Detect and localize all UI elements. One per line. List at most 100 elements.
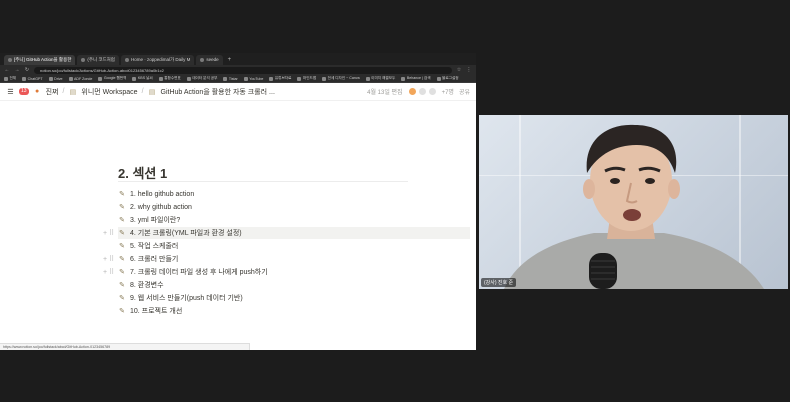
avatars-extra-count[interactable]: +7명 — [442, 87, 454, 96]
bookmark-item[interactable]: 마인드맵 — [297, 76, 316, 81]
browser-toolbar: ← → ↻ notion.so/joo/fullstack/Actions/Gi… — [0, 65, 476, 75]
browser-tab[interactable]: (주니 코드처럼 — [77, 55, 119, 65]
block-drag-handle-icon[interactable]: + ⠿ — [103, 255, 114, 263]
bookmark-item[interactable]: 전체 — [4, 76, 16, 81]
bookmark-favicon-icon — [401, 76, 406, 81]
browser-tab-bar: [주니] GitHub Action을 활용한 (주니 코드처럼 Home · … — [0, 53, 476, 65]
bookmark-item[interactable]: 이미지 해결모두 — [365, 76, 395, 81]
page-link-item[interactable]: ✎ 8. 환경변수 — [118, 279, 163, 291]
tab-favicon-icon — [81, 58, 86, 62]
browser-tab[interactable]: seede — [196, 55, 223, 65]
bookmark-favicon-icon — [223, 76, 228, 81]
topbar-actions: 4월 13일 편집 +7명 공유 — [367, 87, 470, 96]
page-link-item[interactable]: ✎ 6. 크롤러 만들기 — [118, 253, 178, 265]
bookmark-item[interactable]: KBS 날씨 — [132, 76, 153, 81]
forward-icon[interactable]: → — [14, 67, 20, 73]
bookmark-favicon-icon — [436, 76, 441, 81]
bookmark-favicon-icon — [243, 76, 248, 81]
bookmark-favicon-icon — [4, 76, 8, 81]
page-link-item[interactable]: ✎ 3. yml 파일이란? — [118, 214, 180, 226]
page-icon: ✎ — [119, 204, 125, 211]
page-icon: ✎ — [119, 243, 125, 250]
page-link-item[interactable]: ✎ 9. 웹 서비스 만들기(push 데이터 기반) — [118, 292, 243, 304]
avatar[interactable] — [407, 87, 417, 96]
browser-tab[interactable]: Home · zoppedimal가 Daily M — [120, 55, 195, 65]
bookmark-favicon-icon — [132, 76, 137, 81]
bookmark-item[interactable]: 전세 디자인 ~ Canva — [322, 76, 360, 81]
shared-screen: [주니] GitHub Action을 활용한 (주니 코드처럼 Home · … — [0, 53, 476, 350]
heading-divider — [118, 181, 408, 182]
bookmark-item[interactable]: Behance | 검색 — [401, 76, 431, 81]
bookmark-item[interactable]: 통합수면표 — [158, 76, 181, 81]
bookmark-item[interactable]: 유튜브자료 — [269, 76, 291, 81]
workspace-icon: ● — [34, 88, 40, 95]
reload-icon[interactable]: ↻ — [24, 67, 30, 73]
bookmark-favicon-icon — [48, 76, 53, 81]
bookmark-item[interactable]: Drive — [48, 76, 63, 81]
page-icon: ▤ — [69, 88, 77, 96]
bookmark-item[interactable]: ChatGPT — [22, 76, 43, 81]
presenter-video — [504, 124, 764, 289]
page-icon: ✎ — [119, 295, 125, 302]
bookmark-favicon-icon — [68, 76, 73, 81]
page-icon: ✎ — [119, 191, 125, 198]
block-drag-handle-icon[interactable]: + ⠿ — [103, 229, 114, 237]
edited-timestamp: 4월 13일 편집 — [367, 90, 403, 96]
breadcrumb-separator: / — [62, 88, 65, 95]
bookmark-item[interactable]: 블로그설정 — [436, 76, 459, 81]
bookmark-item[interactable]: YouTube — [243, 76, 263, 81]
bookmark-item[interactable]: Tistar — [223, 76, 238, 81]
bookmark-favicon-icon — [365, 76, 370, 81]
page-link-item[interactable]: ✎ 7. 크롤링 데이터 파일 생성 후 나에게 push하기 — [118, 266, 268, 278]
breadcrumb-item[interactable]: GitHub Action을 활용한 자동 크롤러 ... — [161, 87, 275, 97]
breadcrumb: ☰ 13 ● 진쩌 / ▤ 위니먼 Workspace / ▤ GitHub A… — [6, 87, 275, 97]
page-icon: ✎ — [119, 256, 125, 263]
avatar[interactable] — [427, 87, 437, 96]
meeting-stage: [주니] GitHub Action을 활용한 (주니 코드처럼 Home · … — [0, 0, 790, 402]
webcam-tile: (강사) 진호 준 — [479, 115, 788, 289]
breadcrumb-item[interactable]: 위니먼 Workspace — [81, 87, 137, 97]
page-link-item[interactable]: ✎ 5. 작업 스케줄러 — [118, 240, 178, 252]
block-drag-handle-icon[interactable]: + ⠿ — [103, 268, 114, 276]
tab-favicon-icon — [8, 58, 12, 62]
page-link-item[interactable]: ✎ 10. 프로젝트 개선 — [118, 305, 182, 317]
notification-badge: 13 — [19, 88, 29, 95]
browser-tab[interactable]: [주니] GitHub Action을 활용한 — [4, 55, 76, 65]
page-icon: ✎ — [119, 308, 125, 315]
tab-favicon-icon — [124, 58, 129, 62]
page-icon: ✎ — [119, 230, 125, 237]
page-link-item[interactable]: ✎ 4. 기본 크롤링(YML 파일과 환경 설정) — [118, 227, 470, 239]
page-icon: ✎ — [119, 282, 125, 289]
bookmark-favicon-icon — [322, 76, 327, 81]
bookmark-favicon-icon — [22, 76, 27, 81]
new-tab-icon[interactable]: + — [225, 55, 235, 65]
star-icon[interactable]: ☆ — [456, 67, 462, 73]
bookmarks-bar: 전체 ChatGPT Drive ADF Zonde Google 웹번역 KBS 날씨 통… — [0, 75, 476, 83]
bookmark-favicon-icon — [186, 76, 191, 81]
bookmark-favicon-icon — [158, 76, 163, 81]
page-icon: ✎ — [119, 217, 125, 224]
page-icon: ✎ — [119, 269, 125, 276]
breadcrumb-separator: / — [141, 88, 144, 95]
back-icon[interactable]: ← — [4, 67, 10, 73]
bookmark-item[interactable]: 데이터 분석 공부 — [186, 76, 217, 81]
participant-name-label: (강사) 진호 준 — [481, 278, 517, 287]
notion-topbar: ☰ 13 ● 진쩌 / ▤ 위니먼 Workspace / ▤ GitHub A… — [0, 83, 476, 101]
menu-icon[interactable]: ⋮ — [466, 67, 472, 73]
bookmark-item[interactable]: Google 웹번역 — [98, 76, 126, 81]
breadcrumb-item[interactable]: 진쩌 — [46, 87, 59, 97]
bookmark-favicon-icon — [98, 76, 103, 81]
share-button[interactable]: 공유 — [459, 87, 470, 96]
bookmark-item[interactable]: ADF Zonde — [68, 76, 92, 81]
page-link-item[interactable]: ✎ 2. why github action — [118, 201, 192, 213]
bookmark-favicon-icon — [297, 76, 302, 81]
sidebar-toggle-icon[interactable]: ☰ — [6, 87, 15, 96]
tab-favicon-icon — [200, 58, 205, 62]
section-heading: 2. 섹션 1 — [118, 166, 168, 181]
avatar[interactable] — [417, 87, 427, 96]
page-icon: ▤ — [148, 88, 156, 96]
link-status-bar: https://www.notion.so/joo/fullstack/abcd… — [0, 343, 250, 350]
address-bar[interactable]: notion.so/joo/fullstack/Actions/GitHub-A… — [34, 66, 452, 74]
bookmark-favicon-icon — [269, 76, 274, 81]
page-link-item[interactable]: ✎ 1. hello github action — [118, 188, 194, 200]
